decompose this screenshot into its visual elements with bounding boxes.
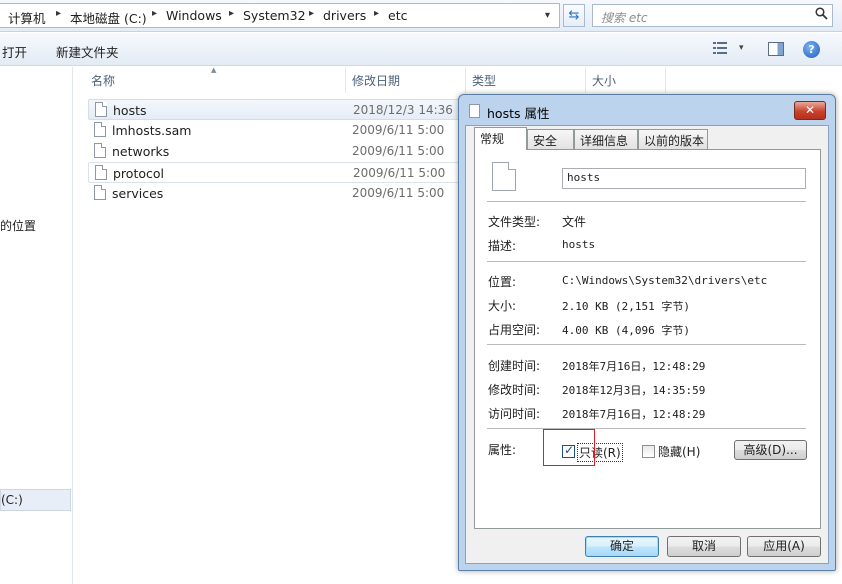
tab-panel-general: hosts 文件类型: 文件 描述: hosts 位置: C:\Windows\… [474, 149, 821, 529]
nav-item-label: (C:) [1, 493, 23, 507]
file-icon [95, 165, 107, 180]
created-value: 2018年7月16日，12:48:29 [562, 360, 706, 373]
breadcrumb-separator[interactable]: ▸ [309, 8, 314, 19]
properties-dialog: hosts 属性 ✕ 常规 安全 详细信息 以前的版本 hosts 文件类型: … [458, 94, 836, 571]
file-name: lmhosts.sam [112, 123, 192, 138]
file-date: 2009/6/11 5:00 [352, 123, 445, 137]
file-icon [94, 143, 106, 158]
column-header-name[interactable]: 名称 [91, 72, 115, 89]
tab-security[interactable]: 安全 [527, 129, 574, 149]
view-options-icon[interactable] [713, 42, 729, 57]
breadcrumb-etc[interactable]: etc [388, 8, 407, 23]
highlight-box [543, 429, 595, 466]
nav-item-recent-places[interactable]: 的位置 [0, 217, 36, 234]
filename-field[interactable]: hosts [562, 168, 806, 189]
cancel-button[interactable]: 取消 [667, 536, 741, 557]
tab-previous-versions[interactable]: 以前的版本 [638, 129, 708, 149]
ok-button[interactable]: 确定 [585, 536, 659, 557]
file-date: 2018/12/3 14:36 [353, 103, 453, 117]
breadcrumb-system32[interactable]: System32 [243, 8, 306, 23]
preview-pane-icon[interactable] [768, 42, 784, 56]
file-date: 2009/6/11 5:00 [352, 144, 445, 158]
open-button[interactable]: 打开 [2, 42, 27, 61]
help-icon[interactable]: ? [803, 41, 820, 58]
divider [487, 261, 806, 262]
accessed-label: 访问时间: [488, 407, 541, 421]
breadcrumb-drivers[interactable]: drivers [323, 8, 366, 23]
file-icon [94, 122, 106, 137]
breadcrumb-windows[interactable]: Windows [166, 8, 222, 23]
file-row-hosts[interactable]: hosts 2018/12/3 14:36 [88, 99, 460, 120]
size-label: 大小: [488, 299, 517, 313]
file-type-label: 文件类型: [488, 215, 541, 229]
breadcrumb-separator[interactable]: ▸ [229, 8, 234, 19]
column-divider[interactable] [585, 67, 586, 93]
column-divider[interactable] [665, 67, 666, 93]
file-name: services [112, 186, 164, 201]
breadcrumb-computer[interactable]: 计算机 [8, 8, 46, 27]
address-bar[interactable]: 计算机 ▸ 本地磁盘 (C:) ▸ Windows ▸ System32 ▸ d… [0, 3, 560, 28]
command-toolbar: 打开 新建文件夹 ▾ ? [0, 33, 842, 66]
file-name: networks [112, 144, 170, 159]
file-row-protocol[interactable]: protocol 2009/6/11 5:00 [88, 162, 460, 183]
tab-general[interactable]: 常规 [474, 127, 527, 150]
search-icon[interactable] [815, 7, 828, 24]
location-value: C:\Windows\System32\drivers\etc [562, 274, 768, 287]
file-icon [95, 102, 107, 117]
divider [487, 201, 806, 202]
description-label: 描述: [488, 239, 517, 253]
breadcrumb-local-disk[interactable]: 本地磁盘 (C:) [70, 8, 147, 27]
breadcrumb-separator[interactable]: ▸ [374, 8, 379, 19]
modified-label: 修改时间: [488, 383, 541, 397]
advanced-button[interactable]: 高级(D)... [734, 440, 807, 460]
tab-details[interactable]: 详细信息 [574, 129, 638, 149]
disk-size-label: 占用空间: [488, 323, 541, 337]
file-row-services[interactable]: services 2009/6/11 5:00 [88, 183, 460, 204]
file-row-networks[interactable]: networks 2009/6/11 5:00 [88, 141, 460, 162]
search-input[interactable]: 搜索 etc [592, 4, 833, 27]
hidden-label[interactable]: 隐藏(H) [658, 443, 700, 460]
sort-ascending-icon: ▲ [211, 66, 217, 74]
navigation-pane: 的位置 (C:) [0, 67, 73, 584]
file-date: 2009/6/11 5:00 [353, 166, 446, 180]
apply-button[interactable]: 应用(A) [747, 536, 821, 557]
description-value: hosts [562, 238, 596, 251]
accessed-value: 2018年7月16日，12:48:29 [562, 408, 706, 421]
column-header-size[interactable]: 大小 [592, 72, 616, 89]
new-folder-button[interactable]: 新建文件夹 [56, 42, 119, 61]
column-divider[interactable] [345, 67, 346, 93]
file-row-lmhosts[interactable]: lmhosts.sam 2009/6/11 5:00 [88, 120, 460, 141]
hidden-checkbox[interactable] [642, 445, 655, 458]
file-icon [94, 185, 106, 200]
address-bar-row: 计算机 ▸ 本地磁盘 (C:) ▸ Windows ▸ System32 ▸ d… [0, 0, 842, 32]
location-label: 位置: [488, 275, 517, 289]
file-icon [492, 162, 516, 191]
file-name: hosts [113, 103, 147, 118]
view-dropdown-icon[interactable]: ▾ [739, 43, 744, 53]
modified-value: 2018年12月3日，14:35:59 [562, 384, 706, 397]
column-header-modified[interactable]: 修改日期 [352, 72, 400, 89]
column-divider[interactable] [465, 67, 466, 93]
nav-item-local-disk[interactable]: (C:) [0, 489, 71, 511]
close-button[interactable]: ✕ [794, 101, 826, 120]
created-label: 创建时间: [488, 359, 541, 373]
address-dropdown-icon[interactable]: ▾ [545, 10, 550, 21]
column-header-type[interactable]: 类型 [472, 72, 496, 89]
dialog-body: 常规 安全 详细信息 以前的版本 hosts 文件类型: 文件 描述: host… [465, 125, 829, 564]
attributes-label: 属性: [488, 443, 517, 457]
file-type-value: 文件 [562, 215, 587, 229]
breadcrumb-separator[interactable]: ▸ [152, 8, 157, 19]
refresh-button[interactable]: ⇆ [563, 4, 585, 27]
divider [487, 428, 806, 429]
size-value: 2.10 KB (2,151 字节) [562, 300, 690, 313]
search-placeholder: 搜索 etc [601, 11, 648, 25]
divider [487, 344, 806, 345]
file-name: protocol [113, 166, 164, 181]
dialog-title: hosts 属性 [487, 106, 550, 121]
file-date: 2009/6/11 5:00 [352, 186, 445, 200]
file-icon [469, 104, 480, 118]
breadcrumb-separator[interactable]: ▸ [56, 8, 61, 19]
disk-size-value: 4.00 KB (4,096 字节) [562, 324, 690, 337]
